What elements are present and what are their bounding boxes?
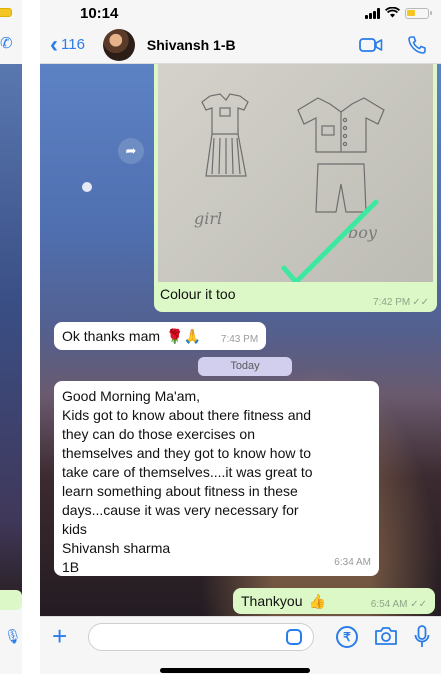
message-line: Shivansh sharma (62, 540, 171, 556)
contact-name[interactable]: Shivansh 1-B (147, 37, 359, 53)
message-line: learn something about fitness in these (62, 483, 298, 499)
chevron-left-icon: ‹ (50, 30, 58, 58)
signal-icon (365, 7, 380, 19)
rose-pray-emoji: 🌹🙏 (166, 327, 201, 344)
chat-header: ‹ 116 Shivansh 1-B (40, 26, 441, 64)
message-text: Thankyou (241, 593, 303, 609)
status-icons (365, 6, 432, 21)
microphone-icon: 🎙 (4, 628, 22, 644)
image-message-bubble[interactable]: girl boy Colour it too 7:42 PM ✓✓ (154, 64, 437, 312)
wifi-icon (384, 6, 401, 21)
incoming-message-bubble[interactable]: Good Morning Ma'am, Kids got to know abo… (54, 381, 379, 576)
read-ticks-icon: ✓✓ (412, 297, 429, 308)
day-divider: Today (198, 357, 292, 376)
message-timestamp: 6:54 AM ✓✓ (370, 599, 427, 610)
thank-time: 6:54 AM (370, 599, 408, 610)
header-actions (359, 35, 427, 55)
whatsapp-chat-screen: 10:14 ‹ 116 Shivansh 1-B ➦ girl boy Colo… (40, 0, 441, 674)
phone-icon: ✆ (0, 35, 13, 52)
battery-icon (0, 8, 12, 17)
message-timestamp: 6:34 AM (334, 557, 371, 568)
chat-area[interactable]: ➦ girl boy Colour it too 7:42 PM ✓✓ Ok t… (40, 64, 441, 616)
status-bar: 10:14 (40, 0, 441, 26)
rupee-icon[interactable]: ₹ (336, 626, 358, 648)
message-line: 1B (62, 559, 80, 575)
message-line: Kids got to know about there fitness and (62, 407, 312, 423)
plus-icon[interactable]: + (52, 623, 67, 649)
previous-screen-strip: ✆ 🎙 (0, 0, 22, 674)
message-timestamp: 7:43 PM (220, 333, 259, 345)
wallpaper-moon (82, 182, 92, 192)
status-time: 10:14 (80, 4, 119, 22)
outgoing-message-bubble[interactable]: Thankyou 👍 6:54 AM ✓✓ (233, 588, 435, 614)
camera-icon[interactable] (374, 626, 398, 651)
message-composer: + ₹ (40, 616, 441, 674)
message-line: they can do those exercises on (62, 426, 256, 442)
unread-count: 116 (61, 36, 85, 53)
home-indicator[interactable] (160, 668, 310, 673)
message-input[interactable] (88, 623, 314, 651)
image-time: 7:42 PM (372, 297, 411, 308)
drawing-label-girl: girl (194, 209, 222, 228)
message-line: Good Morning Ma'am, (62, 388, 201, 404)
incoming-message-bubble[interactable]: Ok thanks mam 🌹🙏 7:43 PM (54, 322, 267, 350)
thumbs-up-emoji: 👍 (308, 592, 326, 609)
back-button[interactable]: ‹ 116 (50, 30, 85, 58)
phone-icon[interactable] (407, 35, 427, 55)
battery-icon (405, 7, 432, 19)
message-bubble-fragment (0, 590, 22, 610)
avatar[interactable] (102, 28, 135, 61)
forward-arrow-icon[interactable]: ➦ (118, 138, 144, 164)
message-timestamp: 7:42 PM ✓✓ (373, 297, 429, 308)
screen-gap (22, 0, 40, 674)
microphone-icon[interactable] (414, 625, 430, 654)
message-line: kids (62, 521, 87, 537)
message-line: days...cause it was very necessary for (62, 502, 299, 518)
drawing-photo[interactable]: girl boy (158, 64, 433, 282)
message-line: take care of themselves....it was great … (62, 464, 313, 480)
message-text: Ok thanks mam (62, 328, 161, 344)
message-line: themselves and they got to know how to (62, 445, 312, 461)
video-camera-icon[interactable] (359, 37, 383, 53)
sticker-icon[interactable] (286, 629, 302, 645)
